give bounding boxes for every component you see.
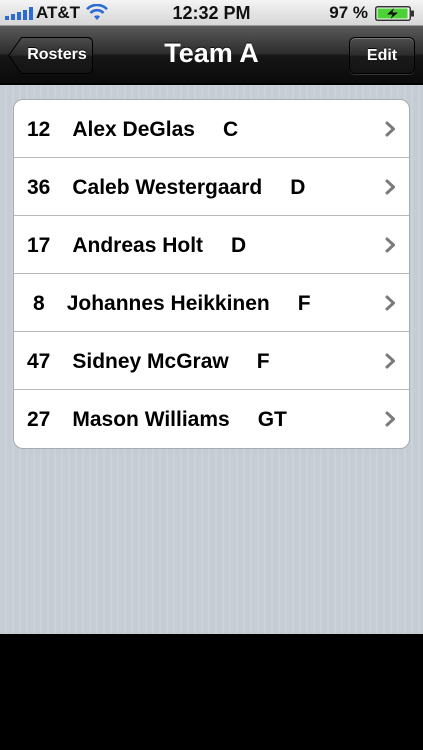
- edit-button[interactable]: Edit: [349, 37, 415, 74]
- player-name: Mason Williams: [72, 408, 230, 431]
- player-name: Caleb Westergaard: [72, 176, 263, 199]
- player-name: Alex DeGlas: [72, 118, 195, 141]
- roster-row-text: 27 Mason Williams GT: [27, 408, 287, 432]
- player-position: C: [222, 118, 239, 141]
- battery-percentage: 97 %: [329, 3, 368, 22]
- player-position: D: [290, 176, 306, 199]
- player-number: 17: [27, 234, 51, 257]
- chevron-right-icon: [385, 237, 395, 253]
- status-bar: AT&T 12:32 PM 97 %: [0, 0, 423, 26]
- player-name: Johannes Heikkinen: [66, 292, 270, 315]
- player-number: 12: [27, 118, 51, 141]
- roster-row-text: 36 Caleb Westergaard D: [27, 176, 305, 200]
- navigation-bar: Rosters Team A Edit: [0, 26, 423, 84]
- roster-row-text: 12 Alex DeGlas C: [27, 118, 238, 142]
- player-position: GT: [257, 408, 287, 431]
- roster-row[interactable]: 36 Caleb Westergaard D: [14, 158, 409, 216]
- chevron-right-icon: [385, 295, 395, 311]
- player-position: F: [297, 292, 311, 315]
- player-number: 8: [33, 292, 45, 315]
- roster-content-area: 12 Alex DeGlas C 36 Caleb Westergaard D 17 An…: [0, 85, 423, 634]
- player-number: 36: [27, 176, 51, 199]
- roster-row[interactable]: 27 Mason Williams GT: [14, 390, 409, 448]
- roster-row-text: 17 Andreas Holt D: [27, 234, 246, 258]
- roster-row[interactable]: 12 Alex DeGlas C: [14, 100, 409, 158]
- player-name: Sidney McGraw: [72, 350, 229, 373]
- roster-row[interactable]: 8 Johannes Heikkinen F: [14, 274, 409, 332]
- bottom-black-area: [0, 634, 423, 750]
- player-position: D: [231, 234, 247, 257]
- player-number: 27: [27, 408, 51, 431]
- chevron-right-icon: [385, 179, 395, 195]
- chevron-right-icon: [385, 411, 395, 427]
- player-number: 47: [27, 350, 51, 373]
- chevron-right-icon: [385, 353, 395, 369]
- player-name: Andreas Holt: [72, 234, 204, 257]
- roster-row-text: 8 Johannes Heikkinen F: [33, 292, 311, 316]
- battery-charging-icon: [375, 6, 414, 21]
- roster-row[interactable]: 17 Andreas Holt D: [14, 216, 409, 274]
- chevron-right-icon: [385, 121, 395, 137]
- roster-table: 12 Alex DeGlas C 36 Caleb Westergaard D 17 An…: [13, 99, 410, 449]
- roster-row[interactable]: 47 Sidney McGraw F: [14, 332, 409, 390]
- roster-row-text: 47 Sidney McGraw F: [27, 350, 270, 374]
- player-position: F: [256, 350, 270, 373]
